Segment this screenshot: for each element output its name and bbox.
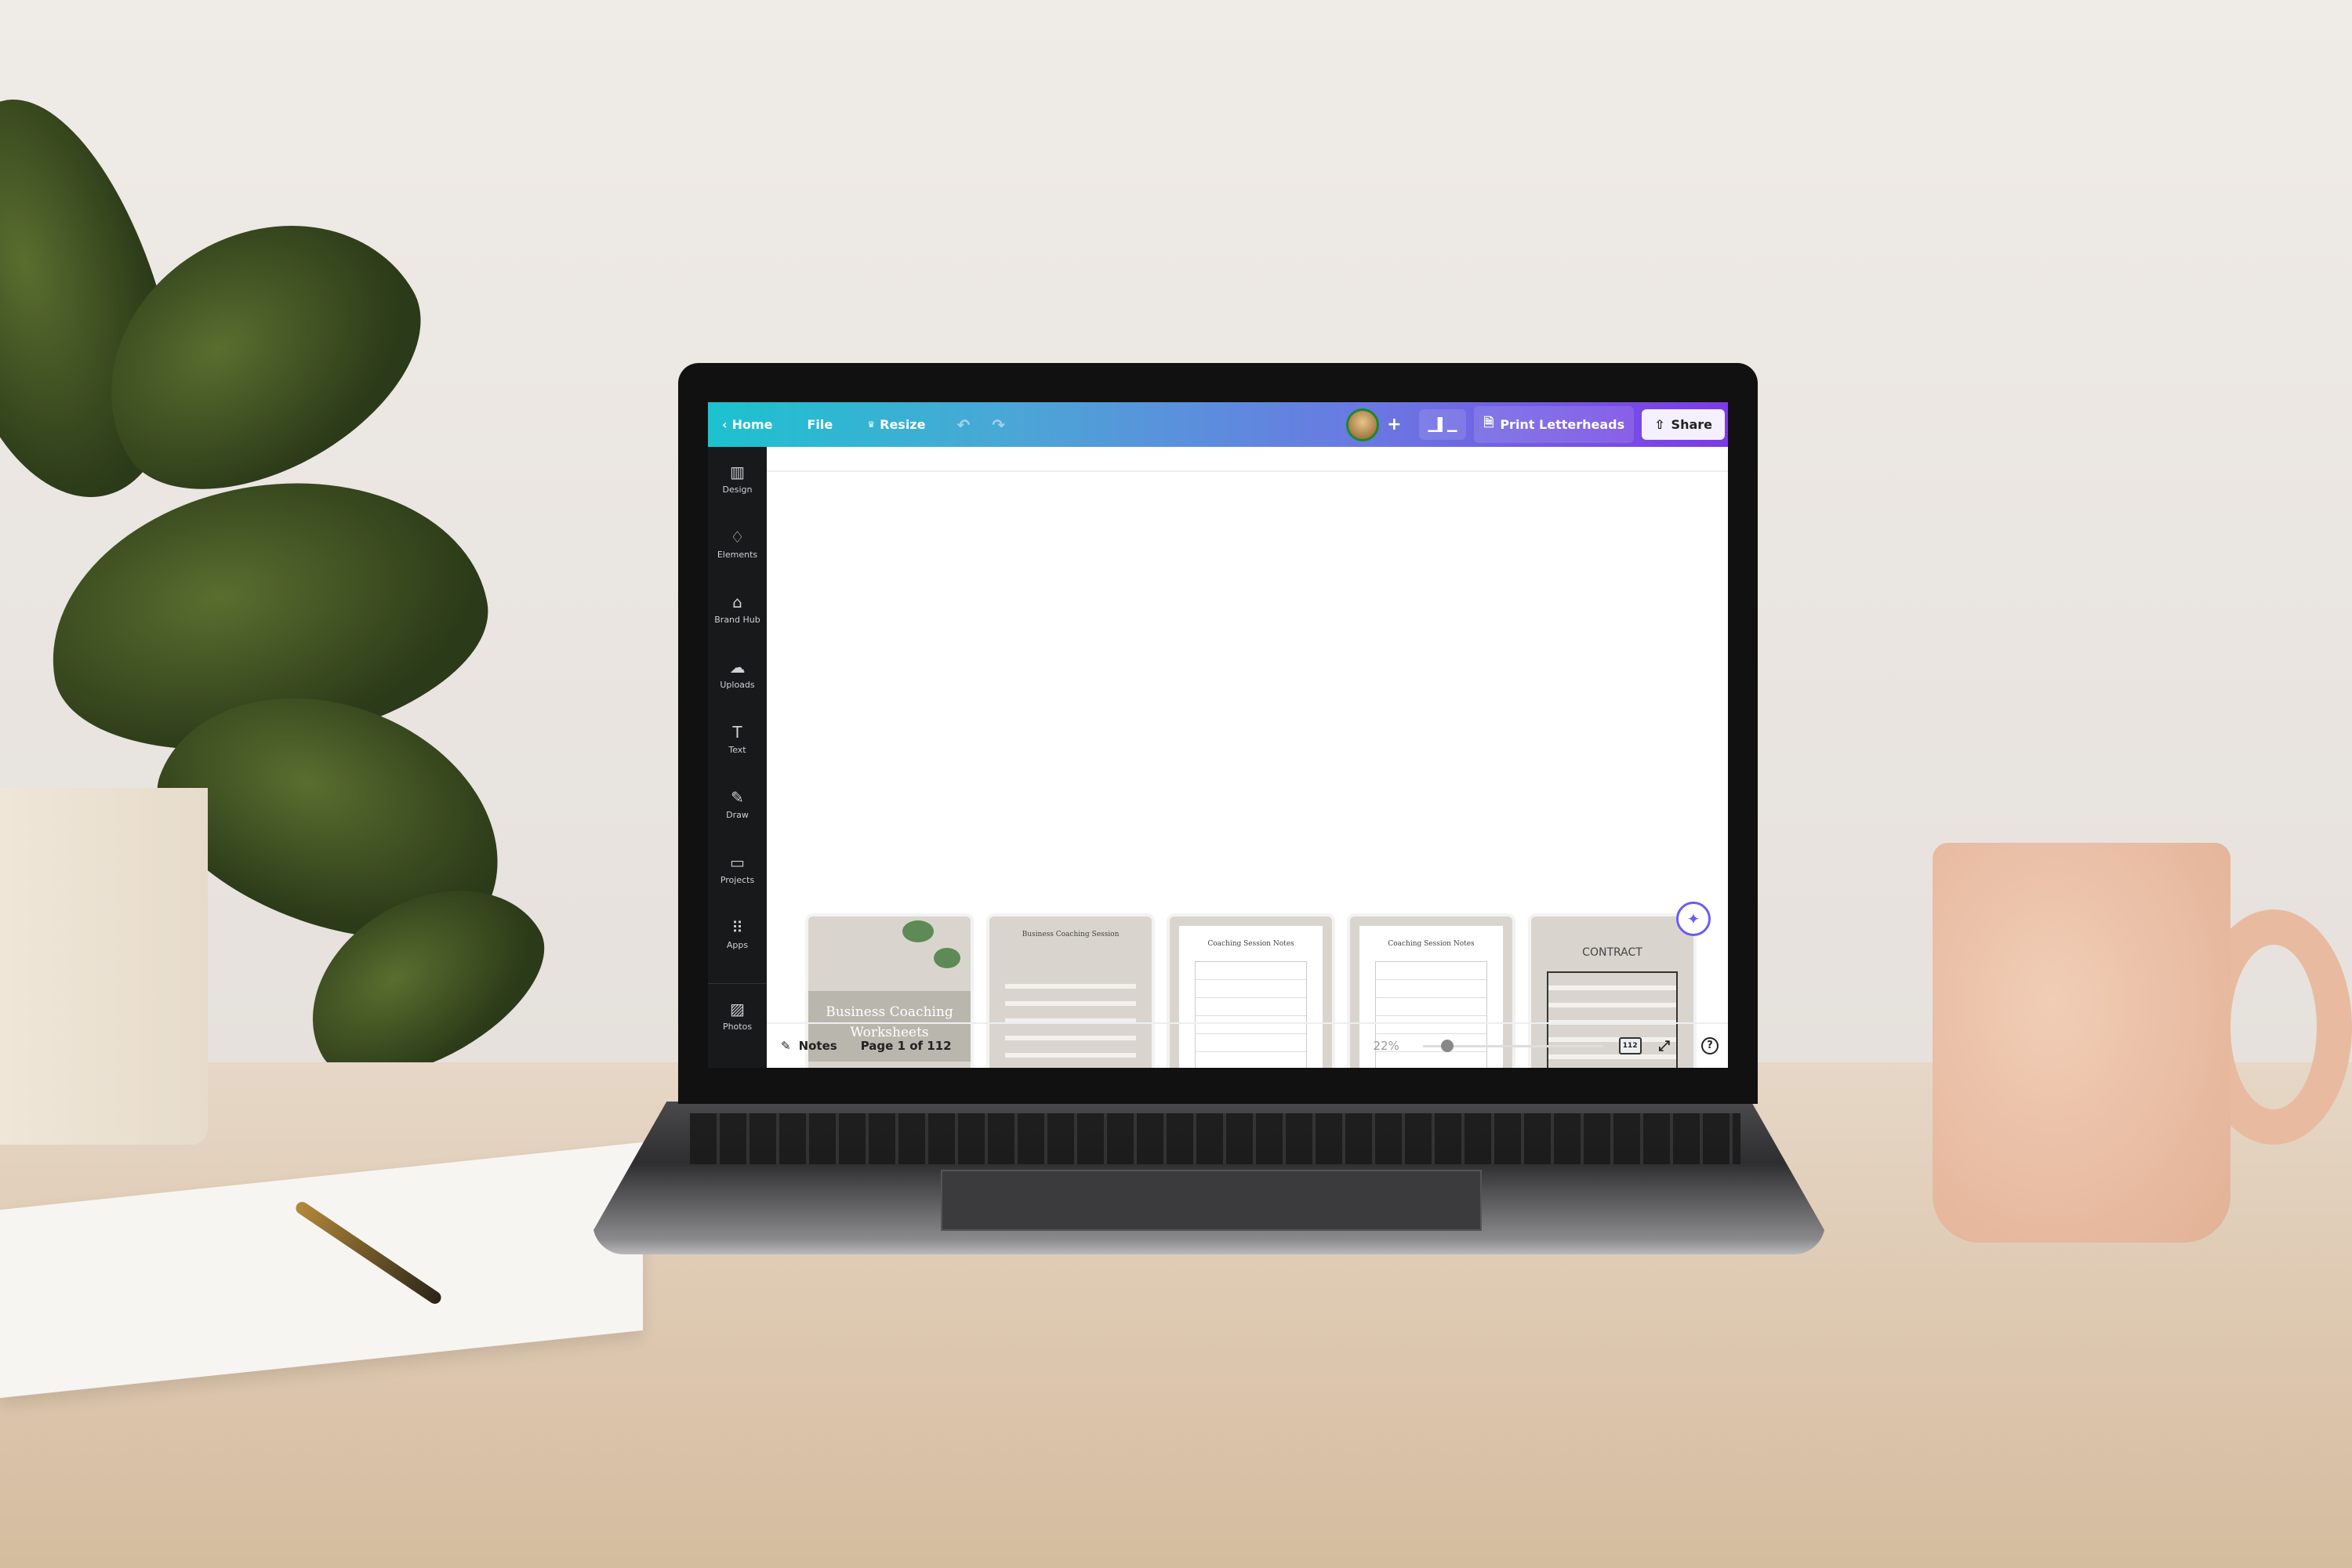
bottom-bar: ✎ Notes Page 1 of 112 22% 112 ⤢ ? (767, 1022, 1728, 1068)
share-icon: ⇧ (1654, 417, 1665, 432)
eucalyptus-leaf (902, 920, 934, 942)
sidebar-item-label: Elements (717, 550, 758, 560)
sidebar-item-projects[interactable]: ▭ Projects (708, 837, 767, 902)
home-button[interactable]: ‹ Home (722, 417, 773, 432)
sidebar-item-label: Uploads (720, 680, 755, 690)
document-icon: 🗎 (1483, 415, 1494, 430)
magic-assistant-button[interactable]: ✦ (1676, 902, 1711, 936)
sidebar: ▥ Design ♢ Elements ⌂ Brand Hub ☁ Uploads T Text ✎… (708, 447, 767, 1068)
sidebar-item-design[interactable]: ▥ Design (708, 447, 767, 512)
avatar[interactable] (1346, 408, 1380, 441)
page-title: Coaching Session Notes (1388, 940, 1475, 948)
apps-grid-icon: ⠿ (731, 918, 743, 937)
sidebar-item-brand-hub[interactable]: ⌂ Brand Hub (708, 577, 767, 642)
grid-view-button[interactable]: 112 (1618, 1037, 1642, 1054)
mug (1933, 843, 2230, 1243)
bar-chart-icon: ▁▌▁ (1428, 417, 1457, 432)
sidebar-item-label: Draw (726, 810, 749, 820)
insights-button[interactable]: ▁▌▁ (1418, 409, 1467, 440)
sparkle-icon: ✦ (1686, 909, 1700, 928)
notes-icon[interactable]: ✎ (781, 1039, 791, 1053)
sidebar-item-label: Brand Hub (714, 615, 760, 625)
sidebar-item-draw[interactable]: ✎ Draw (708, 772, 767, 837)
divider (767, 470, 1728, 472)
text-icon: T (732, 723, 742, 742)
sidebar-item-label: Projects (720, 875, 755, 885)
resize-button[interactable]: ♛ Resize (867, 417, 925, 432)
sidebar-item-text[interactable]: T Text (708, 707, 767, 772)
layout-icon: ▥ (730, 463, 745, 481)
shapes-icon: ♢ (730, 528, 745, 546)
keyboard (690, 1113, 1740, 1164)
redo-icon: ↷ (992, 415, 1005, 434)
zoom-slider[interactable] (1422, 1039, 1603, 1052)
page-title: CONTRACT (1582, 946, 1642, 959)
add-collaborator-button[interactable]: + (1387, 415, 1401, 434)
undo-button[interactable]: ↶ (956, 416, 970, 434)
top-toolbar: ‹ Home File ♛ Resize ↶ ↷ + ▁▌▁ 🗎 Print L… (708, 402, 1728, 447)
sidebar-item-apps[interactable]: ⠿ Apps (708, 902, 767, 967)
zoom-slider-handle[interactable] (1440, 1039, 1454, 1052)
trackpad (941, 1170, 1482, 1231)
chevron-left-icon: ‹ (722, 417, 728, 432)
brand-icon: ⌂ (732, 593, 742, 612)
laptop-screen: ‹ Home File ♛ Resize ↶ ↷ + ▁▌▁ 🗎 Print L… (708, 402, 1728, 1068)
page-title: Business Coaching Session (1022, 931, 1120, 938)
sidebar-item-elements[interactable]: ♢ Elements (708, 512, 767, 577)
sidebar-item-uploads[interactable]: ☁ Uploads (708, 642, 767, 707)
crown-icon: ♛ (867, 419, 876, 430)
photo-icon: ▨ (730, 999, 745, 1018)
notes-button[interactable]: Notes (799, 1039, 837, 1053)
pages-grid-view: Business Coaching Worksheets1Business Co… (767, 447, 1728, 1068)
share-button[interactable]: ⇧ Share (1642, 409, 1725, 440)
sidebar-item-label: Design (722, 485, 753, 495)
folder-icon: ▭ (730, 853, 745, 872)
redo-button[interactable]: ↷ (992, 416, 1005, 434)
help-button[interactable]: ? (1701, 1037, 1719, 1054)
sidebar-item-label: Photos (722, 1021, 753, 1032)
draw-icon: ✎ (731, 788, 744, 807)
page-indicator: Page 1 of 112 (860, 1039, 952, 1053)
file-menu[interactable]: File (808, 417, 833, 432)
sidebar-item-photos[interactable]: ▨ Photos (708, 983, 767, 1048)
cup (0, 788, 208, 1145)
fullscreen-icon[interactable]: ⤢ (1659, 1038, 1670, 1054)
cloud-upload-icon: ☁ (729, 658, 746, 677)
print-button[interactable]: 🗎 Print Letterheads (1474, 406, 1635, 443)
sidebar-item-label: Text (728, 745, 746, 755)
undo-icon: ↶ (956, 415, 971, 434)
eucalyptus-leaf (934, 948, 960, 968)
zoom-level[interactable]: 22% (1373, 1039, 1399, 1053)
sidebar-item-label: Apps (726, 940, 749, 950)
page-title: Coaching Session Notes (1207, 940, 1294, 948)
